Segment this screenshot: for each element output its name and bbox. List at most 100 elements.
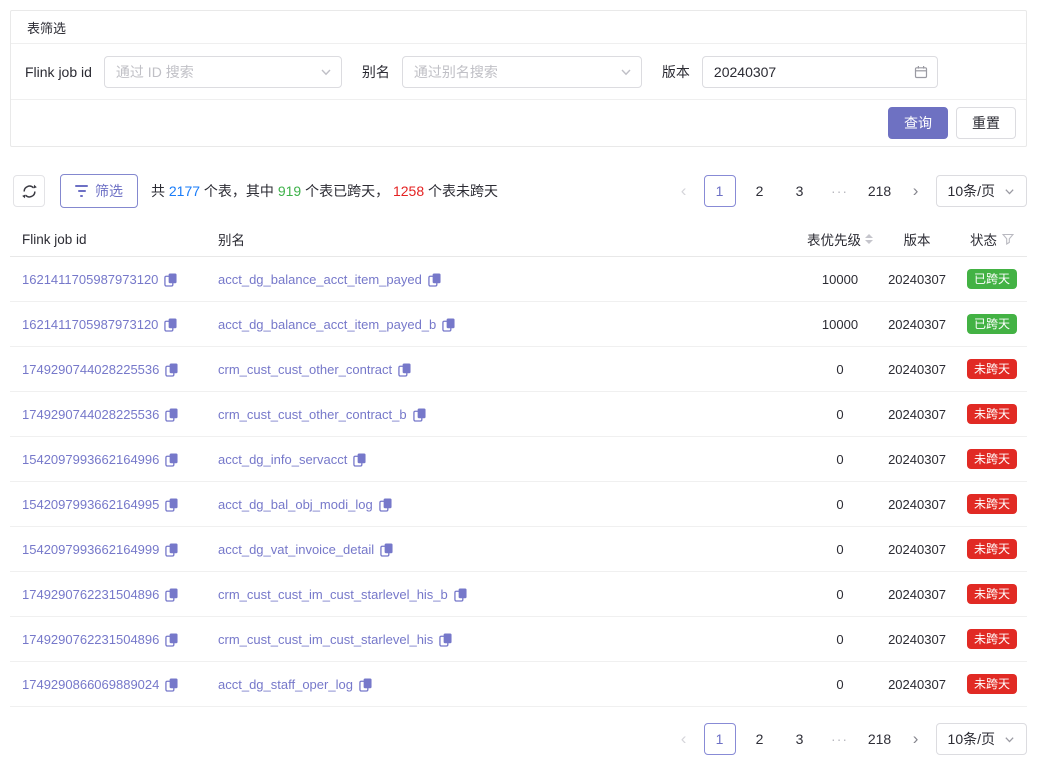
page-button-218[interactable]: 218	[864, 723, 896, 755]
footer-pagination-wrap: ‹ 123···218 › 10条/页	[672, 723, 1027, 755]
job-id-link[interactable]: 1542097993662164995	[22, 497, 159, 512]
prev-page-icon[interactable]: ‹	[672, 723, 696, 755]
alias-link[interactable]: crm_cust_cust_other_contract_b	[218, 407, 407, 422]
status-badge: 已跨天	[967, 269, 1017, 289]
filter-actions-row: 查询 重置	[11, 100, 1026, 146]
job-id-link[interactable]: 1542097993662164999	[22, 542, 159, 557]
cell-priority: 0	[803, 587, 877, 602]
filter-toggle-button[interactable]: 筛选	[60, 174, 138, 208]
page-ellipsis: ···	[824, 723, 856, 755]
copy-icon[interactable]	[164, 318, 177, 332]
job-id-link[interactable]: 1749290762231504896	[22, 587, 159, 602]
page-button-1[interactable]: 1	[704, 723, 736, 755]
job-id-link[interactable]: 1621411705987973120	[22, 317, 158, 332]
alias-link[interactable]: acct_dg_balance_acct_item_payed_b	[218, 317, 436, 332]
job-id-link[interactable]: 1621411705987973120	[22, 272, 158, 287]
copy-icon[interactable]	[428, 273, 441, 287]
copy-icon[interactable]	[359, 678, 372, 692]
copy-icon[interactable]	[165, 588, 178, 602]
page-size-value: 10条/页	[948, 181, 995, 201]
copy-icon[interactable]	[439, 633, 452, 647]
copy-icon[interactable]	[165, 633, 178, 647]
filter-toggle-label: 筛选	[95, 181, 123, 201]
page-button-218[interactable]: 218	[864, 175, 896, 207]
copy-icon[interactable]	[380, 543, 393, 557]
copy-icon[interactable]	[454, 588, 467, 602]
alias-link[interactable]: acct_dg_info_servacct	[218, 452, 347, 467]
copy-icon[interactable]	[165, 408, 178, 422]
alias-link[interactable]: crm_cust_cust_other_contract	[218, 362, 392, 377]
alias-link[interactable]: acct_dg_bal_obj_modi_log	[218, 497, 373, 512]
reset-button[interactable]: 重置	[956, 107, 1016, 139]
copy-icon[interactable]	[398, 363, 411, 377]
job-id-link[interactable]: 1749290744028225536	[22, 407, 159, 422]
copy-icon[interactable]	[442, 318, 455, 332]
cell-alias: crm_cust_cust_other_contract_b	[218, 406, 803, 422]
status-badge: 未跨天	[967, 404, 1017, 424]
page-button-2[interactable]: 2	[744, 175, 776, 207]
sort-icon[interactable]	[865, 234, 873, 244]
cell-priority: 0	[803, 542, 877, 557]
priority-value: 0	[836, 407, 843, 422]
cell-priority: 0	[803, 632, 877, 647]
copy-icon[interactable]	[165, 453, 178, 467]
table-row: 1749290762231504896 crm_cust_cust_im_cus…	[10, 572, 1027, 617]
job-id-link[interactable]: 1749290762231504896	[22, 632, 159, 647]
alias-link[interactable]: crm_cust_cust_im_cust_starlevel_his	[218, 632, 433, 647]
cell-flink-job-id: 1542097993662164996	[10, 451, 218, 467]
prev-page-icon[interactable]: ‹	[672, 175, 696, 207]
page-button-3[interactable]: 3	[784, 723, 816, 755]
cell-alias: crm_cust_cust_other_contract	[218, 361, 803, 377]
version-value: 20240307	[888, 542, 946, 557]
job-id-link[interactable]: 1542097993662164996	[22, 452, 159, 467]
copy-icon[interactable]	[165, 363, 178, 377]
version-value: 20240307	[888, 497, 946, 512]
job-id-link[interactable]: 1749290866069889024	[22, 677, 159, 692]
page-size-select[interactable]: 10条/页	[936, 175, 1027, 207]
next-page-icon[interactable]: ›	[904, 723, 928, 755]
job-id-select[interactable]	[104, 56, 342, 88]
alias-select[interactable]	[402, 56, 642, 88]
funnel-filter-icon[interactable]	[1002, 233, 1014, 245]
alias-input[interactable]	[402, 56, 642, 88]
alias-link[interactable]: acct_dg_balance_acct_item_payed	[218, 272, 422, 287]
copy-icon[interactable]	[165, 543, 178, 557]
refresh-button[interactable]	[13, 175, 45, 207]
table-row: 1749290744028225536 crm_cust_cust_other_…	[10, 347, 1027, 392]
alias-link[interactable]: acct_dg_vat_invoice_detail	[218, 542, 374, 557]
page-buttons: 123···218	[704, 723, 896, 755]
cell-alias: acct_dg_bal_obj_modi_log	[218, 496, 803, 512]
cell-flink-job-id: 1749290762231504896	[10, 631, 218, 647]
page-button-2[interactable]: 2	[744, 723, 776, 755]
cell-status: 未跨天	[957, 494, 1027, 514]
cell-status: 已跨天	[957, 269, 1027, 289]
status-badge: 未跨天	[967, 539, 1017, 559]
priority-value: 10000	[822, 317, 858, 332]
job-id-input[interactable]	[104, 56, 342, 88]
page-button-3[interactable]: 3	[784, 175, 816, 207]
copy-icon[interactable]	[379, 498, 392, 512]
status-badge: 未跨天	[967, 359, 1017, 379]
alias-link[interactable]: acct_dg_staff_oper_log	[218, 677, 353, 692]
copy-icon[interactable]	[353, 453, 366, 467]
copy-icon[interactable]	[413, 408, 426, 422]
cell-version: 20240307	[877, 497, 957, 512]
version-input[interactable]	[702, 56, 938, 88]
cell-alias: crm_cust_cust_im_cust_starlevel_his_b	[218, 586, 803, 602]
cell-version: 20240307	[877, 407, 957, 422]
job-id-link[interactable]: 1749290744028225536	[22, 362, 159, 377]
next-page-icon[interactable]: ›	[904, 175, 928, 207]
version-value: 20240307	[888, 587, 946, 602]
page-button-1[interactable]: 1	[704, 175, 736, 207]
cell-status: 未跨天	[957, 539, 1027, 559]
version-date-picker[interactable]	[702, 56, 938, 88]
alias-link[interactable]: crm_cust_cust_im_cust_starlevel_his_b	[218, 587, 448, 602]
version-value: 20240307	[888, 272, 946, 287]
copy-icon[interactable]	[164, 273, 177, 287]
status-badge: 未跨天	[967, 494, 1017, 514]
copy-icon[interactable]	[165, 678, 178, 692]
table-row: 1542097993662164999 acct_dg_vat_invoice_…	[10, 527, 1027, 572]
page-size-select[interactable]: 10条/页	[936, 723, 1027, 755]
copy-icon[interactable]	[165, 498, 178, 512]
search-button[interactable]: 查询	[888, 107, 948, 139]
